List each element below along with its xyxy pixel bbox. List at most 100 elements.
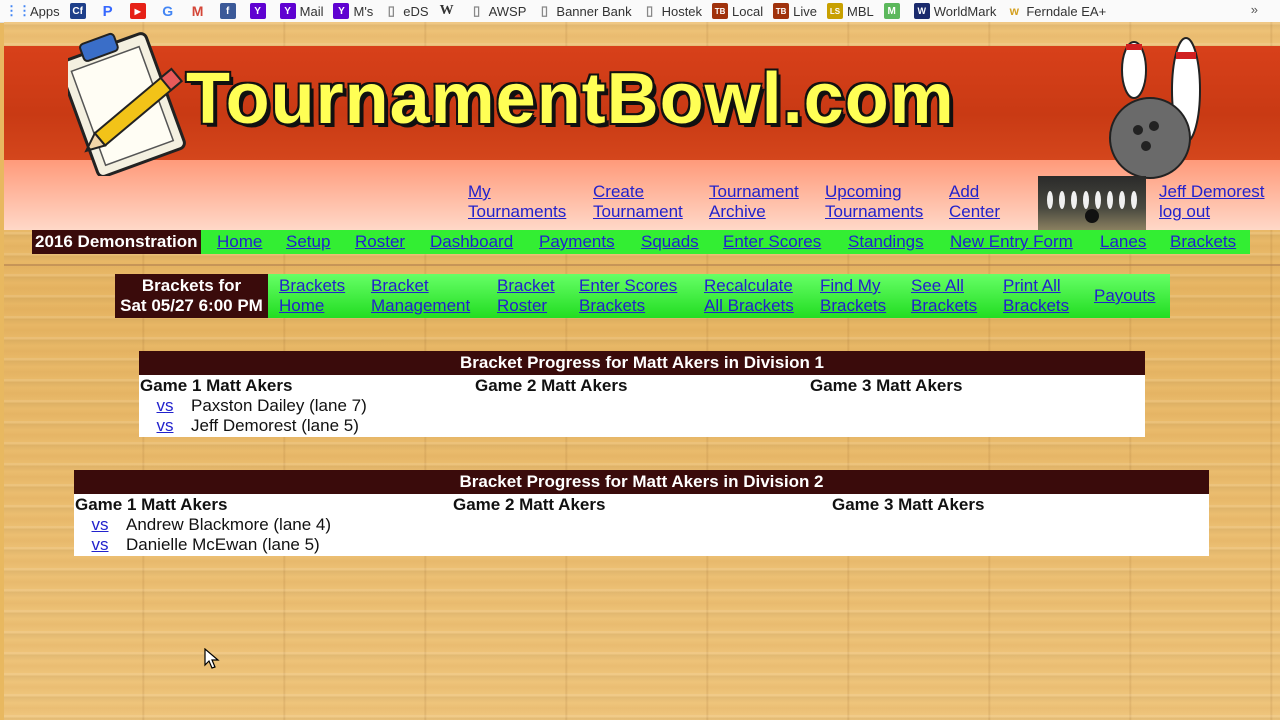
nav-tournament-archive-line2[interactable]: Archive xyxy=(709,202,766,221)
bookmark-awsp[interactable]: ▯ AWSP xyxy=(469,3,526,19)
ferndale-icon: w xyxy=(1009,4,1019,18)
page-icon: ▯ xyxy=(540,3,548,18)
subnav-brackets-home[interactable]: Brackets Home xyxy=(279,276,345,316)
subnav-bracket-roster[interactable]: Bracket Roster xyxy=(497,276,555,316)
nav-add-center[interactable]: Add Center xyxy=(949,182,1000,222)
nav-my-tournaments[interactable]: My Tournaments xyxy=(468,182,566,222)
subnav-recalculate-line2[interactable]: All Brackets xyxy=(704,296,794,315)
subnav-bracket-roster-line1[interactable]: Bracket xyxy=(497,276,555,295)
nav-brackets[interactable]: Brackets xyxy=(1170,232,1236,252)
nav-setup[interactable]: Setup xyxy=(286,232,330,252)
nav-lanes[interactable]: Lanes xyxy=(1100,232,1146,252)
nav-dashboard[interactable]: Dashboard xyxy=(430,232,513,252)
subnav-print-all-brackets-line2[interactable]: Brackets xyxy=(1003,296,1069,315)
bookmark-pandora[interactable]: P xyxy=(100,3,120,20)
brackets-for-label: Brackets for Sat 05/27 6:00 PM xyxy=(115,274,268,318)
subnav-brackets-home-line1[interactable]: Brackets xyxy=(279,276,345,295)
subnav-recalculate-all-brackets[interactable]: Recalculate All Brackets xyxy=(704,276,794,316)
bookmark-live[interactable]: TB Live xyxy=(773,3,817,19)
bookmark-facebook[interactable]: f xyxy=(219,3,240,19)
bookmark-google[interactable]: G xyxy=(160,3,180,19)
bookmark-banner-bank[interactable]: ▯ Banner Bank xyxy=(536,3,632,19)
nav-roster[interactable]: Roster xyxy=(355,232,405,252)
yahoo-mail-icon: Y xyxy=(279,3,296,19)
logout-link[interactable]: log out xyxy=(1159,202,1210,221)
vs-link[interactable]: vs xyxy=(74,535,126,555)
bookmark-worldmark[interactable]: W WorldMark xyxy=(913,3,996,19)
user-name-link[interactable]: Jeff Demorest xyxy=(1159,182,1265,201)
game-1-header: Game 1 Matt Akers xyxy=(75,495,228,514)
subnav-print-all-brackets[interactable]: Print All Brackets xyxy=(1003,276,1069,316)
bookmark-ferndale[interactable]: w Ferndale EA+ xyxy=(1006,3,1107,19)
subnav-find-my-brackets[interactable]: Find My Brackets xyxy=(820,276,886,316)
nav-my-tournaments-line2[interactable]: Tournaments xyxy=(468,202,566,221)
wikipedia-icon: W xyxy=(439,3,454,18)
nav-create-tournament[interactable]: Create Tournament xyxy=(593,182,683,222)
subnav-find-my-brackets-line1[interactable]: Find My xyxy=(820,276,880,295)
subnav-enter-scores-line1[interactable]: Enter Scores xyxy=(579,276,677,295)
game-2-header: Game 2 Matt Akers xyxy=(453,495,606,514)
tb-icon: TB xyxy=(712,3,729,19)
nav-payments[interactable]: Payments xyxy=(539,232,615,252)
yahoo-icon: Y xyxy=(249,3,266,19)
vs-link[interactable]: vs xyxy=(139,396,191,416)
site-logo-text: TournamentBowl.com xyxy=(186,59,955,139)
nav-standings[interactable]: Standings xyxy=(848,232,924,252)
bookmark-hostek[interactable]: ▯ Hostek xyxy=(642,3,702,19)
nav-squads[interactable]: Squads xyxy=(641,232,699,252)
bookmarks-bar: ⋮⋮ Apps Cf P ▶ G M f Y Y Mail Y M's ▯ eDS W… xyxy=(0,0,1280,23)
subnav-recalculate-line1[interactable]: Recalculate xyxy=(704,276,793,295)
bookmark-wikipedia[interactable]: W xyxy=(439,3,459,19)
bookmarks-overflow-button[interactable]: » xyxy=(1251,2,1258,17)
bookmark-eds[interactable]: ▯ eDS xyxy=(383,3,429,19)
user-menu: Jeff Demorest log out xyxy=(1159,182,1265,222)
bookmark-youtube[interactable]: ▶ xyxy=(129,3,150,19)
opponent-name: Paxston Dailey (lane 7) xyxy=(191,396,367,415)
tournament-nav-bar: 2016 Demonstration Home Setup Roster Das… xyxy=(32,230,1250,254)
bookmark-apps[interactable]: ⋮⋮ Apps xyxy=(5,3,60,19)
bookmark-yahoo-mail[interactable]: Y Mail xyxy=(279,3,323,19)
subnav-see-all-brackets[interactable]: See All Brackets xyxy=(911,276,977,316)
brackets-for-datetime: Sat 05/27 6:00 PM xyxy=(120,296,263,315)
bookmark-local[interactable]: TB Local xyxy=(712,3,763,19)
bookmark-yahoo[interactable]: Y xyxy=(249,3,270,19)
nav-upcoming-tournaments[interactable]: Upcoming Tournaments xyxy=(825,182,923,222)
nav-create-tournament-line1[interactable]: Create xyxy=(593,182,644,201)
vs-link[interactable]: vs xyxy=(74,515,126,535)
bookmark-yahoo-ms[interactable]: Y M's xyxy=(333,3,373,19)
subnav-see-all-brackets-line2[interactable]: Brackets xyxy=(911,296,977,315)
youtube-icon: ▶ xyxy=(129,3,146,19)
match-row: vs Danielle McEwan (lane 5) xyxy=(74,535,320,555)
nav-enter-scores[interactable]: Enter Scores xyxy=(723,232,821,252)
nav-my-tournaments-line1[interactable]: My xyxy=(468,182,491,201)
subnav-enter-scores-brackets[interactable]: Enter Scores Brackets xyxy=(579,276,677,316)
subnav-payouts[interactable]: Payouts xyxy=(1094,286,1155,306)
subnav-find-my-brackets-line2[interactable]: Brackets xyxy=(820,296,886,315)
subnav-bracket-management-line1[interactable]: Bracket xyxy=(371,276,429,295)
nav-create-tournament-line2[interactable]: Tournament xyxy=(593,202,683,221)
subnav-bracket-management[interactable]: Bracket Management xyxy=(371,276,470,316)
subnav-enter-scores-line2[interactable]: Brackets xyxy=(579,296,645,315)
subnav-print-all-brackets-line1[interactable]: Print All xyxy=(1003,276,1061,295)
bookmark-cf[interactable]: Cf xyxy=(69,3,90,19)
nav-tournament-archive-line1[interactable]: Tournament xyxy=(709,182,799,201)
page-icon: ▯ xyxy=(473,3,481,18)
subnav-see-all-brackets-line1[interactable]: See All xyxy=(911,276,964,295)
bookmark-gmail[interactable]: M xyxy=(190,3,210,19)
nav-home[interactable]: Home xyxy=(217,232,262,252)
nav-upcoming-tournaments-line1[interactable]: Upcoming xyxy=(825,182,902,201)
nav-add-center-line2[interactable]: Center xyxy=(949,202,1000,221)
nav-add-center-line1[interactable]: Add xyxy=(949,182,979,201)
subnav-brackets-home-line2[interactable]: Home xyxy=(279,296,324,315)
bookmark-m-green[interactable]: M xyxy=(883,3,904,19)
vs-link[interactable]: vs xyxy=(139,416,191,436)
nav-tournament-archive[interactable]: Tournament Archive xyxy=(709,182,799,222)
cf-icon: Cf xyxy=(69,3,86,19)
nav-upcoming-tournaments-line2[interactable]: Tournaments xyxy=(825,202,923,221)
facebook-icon: f xyxy=(219,3,236,19)
nav-new-entry-form[interactable]: New Entry Form xyxy=(950,232,1073,252)
subnav-bracket-roster-line2[interactable]: Roster xyxy=(497,296,547,315)
google-icon: G xyxy=(162,3,174,19)
bookmark-mbl[interactable]: LS MBL xyxy=(826,3,874,19)
subnav-bracket-management-line2[interactable]: Management xyxy=(371,296,470,315)
